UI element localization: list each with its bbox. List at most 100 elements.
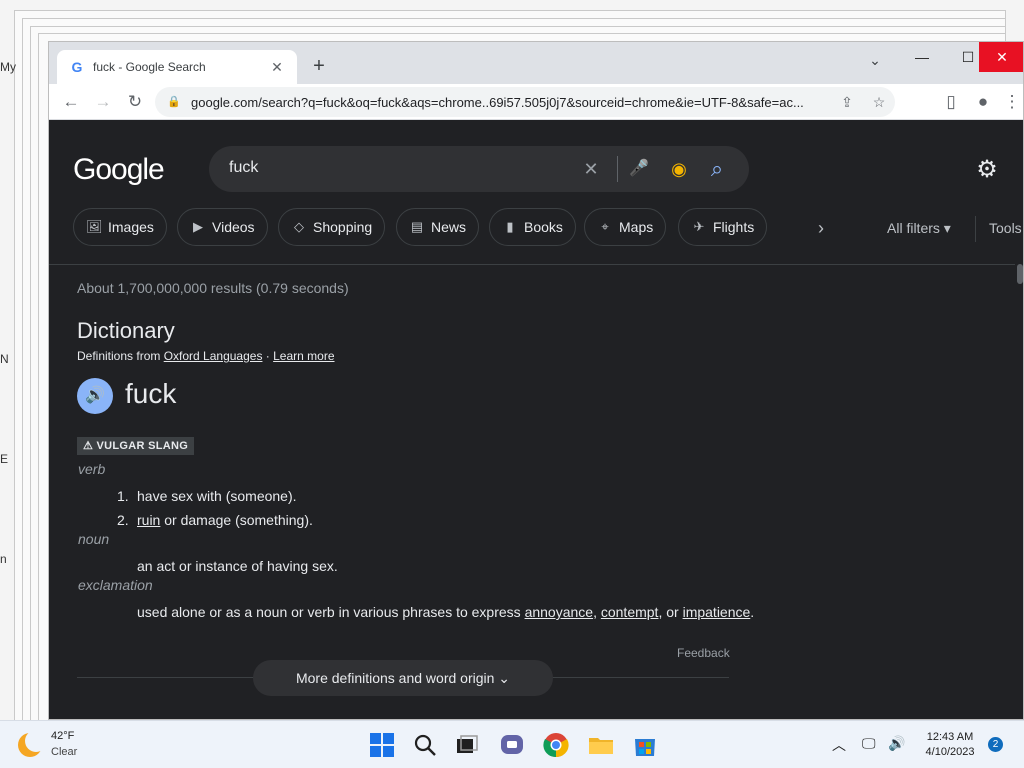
tab-title: fuck - Google Search [93,60,206,74]
definition-item: 1. have sex with (someone). [117,488,297,504]
tab-google-search[interactable]: G fuck - Google Search ✕ [57,50,297,84]
tab-close-icon[interactable]: ✕ [267,57,287,77]
google-favicon-icon: G [71,59,83,75]
definition-text: or damage (something). [160,512,313,528]
clock-time: 12:43 AM [926,731,974,743]
close-window-button[interactable]: ✕ [979,42,1023,72]
tab-strip: G fuck - Google Search ✕ + ⌄ — ☐ ✕ [49,42,1023,84]
image-icon: 🖼 [86,219,103,234]
forward-icon[interactable]: → [91,90,115,114]
settings-gear-icon[interactable]: ⚙ [973,156,1001,184]
definition-item: used alone or as a noun or verb in vario… [117,604,754,620]
ruin-link[interactable]: ruin [137,512,160,528]
moon-weather-icon[interactable] [18,730,47,757]
definition-number: 1. [117,488,129,504]
desktop-icon-label[interactable]: My [0,60,16,74]
browser-toolbar: ← → ↻ 🔒 google.com/search?q=fuck&oq=fuck… [49,84,1023,120]
news-icon: ▤ [410,219,424,234]
definition-separator: , or [658,604,683,620]
chip-label: Flights [713,219,755,235]
vulgar-slang-label: ⚠ VULGAR SLANG [77,437,195,455]
more-definitions-button[interactable]: More definitions and word origin ⌄ [253,660,553,696]
tab-search-icon[interactable]: ⌄ [863,48,887,72]
chrome-taskbar-icon[interactable] [542,731,570,759]
new-tab-button[interactable]: + [307,54,331,78]
desktop-icon-label[interactable]: E [0,452,8,466]
taskbar-clock[interactable]: 12:43 AM 4/10/2023 [918,730,982,760]
page-scrollbar[interactable] [1015,264,1023,719]
part-of-speech-noun: noun [78,531,110,547]
chip-label: Videos [212,219,255,235]
search-submit-icon[interactable]: ⌕ [705,157,729,181]
network-icon[interactable]: 🖵 [862,735,876,752]
google-logo[interactable]: Google [73,153,165,187]
source-prefix: Definitions from [77,349,164,363]
weather-temperature[interactable]: 42°F [51,730,74,742]
definition-text: have sex with (someone). [137,488,297,504]
contempt-link[interactable]: contempt [601,604,659,620]
weather-description[interactable]: Clear [51,746,77,758]
chip-label: News [431,219,467,235]
feedback-link[interactable]: Feedback [677,646,730,660]
chip-shopping[interactable]: ◇ Shopping [278,208,386,246]
windows-start-icon[interactable] [368,731,396,759]
desktop-icon-label[interactable]: n [0,552,7,566]
search-icon[interactable] [411,731,439,759]
definition-text: an act or instance of having sex. [137,558,338,574]
profile-avatar-icon[interactable]: ● [971,90,995,114]
back-icon[interactable]: ← [59,90,83,114]
address-bar[interactable]: 🔒 google.com/search?q=fuck&oq=fuck&aqs=c… [155,87,895,117]
desktop-icon-label[interactable]: N [0,352,9,366]
header-divider [49,264,1023,265]
oxford-languages-link[interactable]: Oxford Languages [164,349,263,363]
file-explorer-icon[interactable] [587,731,615,759]
chip-books[interactable]: ▮ Books [489,208,576,246]
lock-icon[interactable]: 🔒 [167,94,183,110]
chevron-right-icon[interactable]: › [811,218,831,238]
volume-icon[interactable]: 🔊 [888,735,905,752]
notification-badge[interactable]: 2 [988,737,1003,752]
bookmark-star-icon[interactable]: ☆ [869,92,889,112]
pronunciation-speaker-icon[interactable]: 🔊 [77,378,113,414]
search-divider [617,156,618,182]
learn-more-link[interactable]: Learn more [273,349,334,363]
tools-button[interactable]: Tools [989,220,1022,236]
definition-suffix: . [750,604,755,620]
teams-chat-icon[interactable] [498,731,526,759]
tools-divider [975,216,976,242]
all-filters-button[interactable]: All filters ▾ [887,220,951,237]
search-filter-chips: 🖼 Images ▶ Videos ◇ Shopping ▤ News ▮ Books ⌖… [73,208,793,248]
search-box[interactable]: fuck ✕ 🎤 ◉ ⌕ [209,146,749,192]
google-lens-icon[interactable]: ◉ [667,157,691,181]
annoyance-link[interactable]: annoyance [525,604,594,620]
impatience-link[interactable]: impatience [683,604,751,620]
share-icon[interactable]: ⇪ [837,92,857,112]
dictionary-headword: fuck [125,378,177,409]
definition-item: an act or instance of having sex. [117,558,338,574]
reload-icon[interactable]: ↻ [123,90,147,114]
map-pin-icon: ⌖ [601,219,609,234]
chip-label: Maps [619,219,654,235]
chip-label: Books [524,219,563,235]
chevron-up-icon[interactable]: ︿ [832,735,846,755]
chip-news[interactable]: ▤ News [396,208,480,246]
microphone-icon[interactable]: 🎤 [627,157,651,181]
side-panel-icon[interactable]: ▯ [939,90,963,114]
minimize-button[interactable]: — [899,42,945,72]
microsoft-store-icon[interactable] [631,731,659,759]
scrollbar-thumb[interactable] [1017,264,1023,284]
windows-taskbar: 42°F Clear ︿ 🖵 🔊 12:43 AM 4/10/2023 2 [0,720,1024,768]
clear-search-icon[interactable]: ✕ [579,157,603,181]
chip-videos[interactable]: ▶ Videos [177,208,268,246]
chip-flights[interactable]: ✈ Flights [678,208,768,246]
definition-text: used alone or as a noun or verb in vario… [137,604,525,620]
task-view-icon[interactable] [453,731,481,759]
definition-number: 2. [117,512,129,528]
search-input[interactable]: fuck [229,159,258,177]
chip-images[interactable]: 🖼 Images [73,208,167,246]
chrome-menu-icon[interactable]: ⋮ [1003,90,1021,114]
part-of-speech-exclamation: exclamation [78,577,153,593]
dictionary-source: Definitions from Oxford Languages · Lear… [77,349,335,363]
chip-maps[interactable]: ⌖ Maps [584,208,667,246]
url-text[interactable]: google.com/search?q=fuck&oq=fuck&aqs=chr… [191,95,855,110]
